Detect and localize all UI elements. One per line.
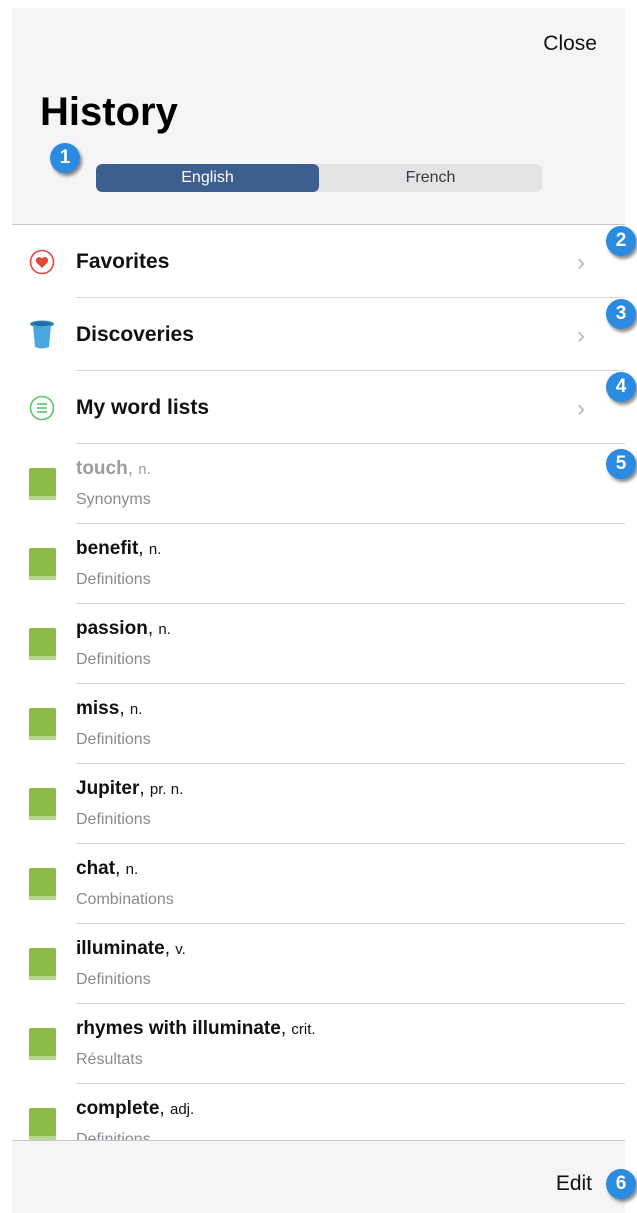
history-item-title: benefit, n. (76, 538, 162, 559)
book-icon (29, 948, 56, 980)
history-list: Favorites › Discoveries › My word lists … (12, 225, 625, 1140)
history-item[interactable]: touch, n. Synonyms (12, 444, 625, 524)
word-lists-label: My word lists (76, 396, 210, 419)
history-item-category: Definitions (76, 811, 151, 828)
book-icon (29, 868, 56, 900)
history-pos: n. (125, 861, 139, 878)
history-word: touch (76, 458, 128, 479)
history-item-title: Jupiter, pr. n. (76, 778, 184, 799)
history-item-category: Synonyms (76, 491, 151, 508)
callout-badge-3: 3 (606, 299, 636, 329)
history-item-category: Definitions (76, 971, 151, 988)
history-item[interactable]: complete, adj. Definitions (12, 1084, 625, 1140)
history-item[interactable]: passion, n. Definitions (12, 604, 625, 684)
history-item[interactable]: miss, n. Definitions (12, 684, 625, 764)
history-pos: n. (158, 621, 171, 638)
callout-badge-6: 6 (606, 1169, 636, 1199)
footer-toolbar: Edit (12, 1140, 625, 1213)
history-pos: n. (129, 701, 143, 718)
history-pos: v. (175, 941, 186, 958)
favorites-label: Favorites (76, 250, 170, 273)
history-item-category: Definitions (76, 651, 151, 668)
history-item-title: rhymes with illuminate, crit. (76, 1018, 316, 1039)
chevron-right-icon: › (577, 322, 585, 349)
history-word: Jupiter (76, 778, 140, 799)
word-lists-row[interactable]: My word lists › (12, 371, 625, 444)
list-icon (27, 393, 57, 423)
history-item[interactable]: Jupiter, pr. n. Definitions (12, 764, 625, 844)
history-item-title: complete, adj. (76, 1098, 195, 1119)
top-hat-icon (27, 320, 57, 350)
callout-badge-2: 2 (606, 226, 636, 256)
header: Close History English French (12, 8, 625, 225)
book-icon (29, 1028, 56, 1060)
history-item-category: Definitions (76, 571, 151, 588)
page-title: History (40, 90, 178, 134)
history-word: complete (76, 1098, 160, 1119)
favorites-row[interactable]: Favorites › (12, 225, 625, 298)
chevron-right-icon: › (577, 395, 585, 422)
history-item-category: Résultats (76, 1051, 143, 1068)
book-icon (29, 1108, 56, 1140)
book-icon (29, 548, 56, 580)
book-icon (29, 708, 56, 740)
history-word: miss (76, 698, 120, 719)
history-pos: n. (148, 541, 162, 558)
history-word: benefit (76, 538, 139, 559)
history-item-title: illuminate, v. (76, 938, 186, 959)
discoveries-label: Discoveries (76, 323, 194, 346)
close-button[interactable]: Close (543, 32, 597, 56)
history-word: rhymes with illuminate (76, 1018, 281, 1039)
callout-badge-4: 4 (606, 372, 636, 402)
callout-badge-1: 1 (50, 143, 80, 173)
history-word: passion (76, 618, 148, 639)
discoveries-row[interactable]: Discoveries › (12, 298, 625, 371)
book-icon (29, 468, 56, 500)
history-item-title: chat, n. (76, 858, 139, 879)
history-item[interactable]: chat, n. Combinations (12, 844, 625, 924)
book-icon (29, 628, 56, 660)
chevron-right-icon: › (577, 249, 585, 276)
history-item-category: Combinations (76, 891, 174, 908)
book-icon (29, 788, 56, 820)
history-item-category: Definitions (76, 1131, 151, 1140)
history-item-title: passion, n. (76, 618, 171, 639)
history-item[interactable]: benefit, n. Definitions (12, 524, 625, 604)
history-item-title: touch, n. (76, 458, 151, 479)
history-pos: crit. (291, 1021, 316, 1038)
history-item[interactable]: rhymes with illuminate, crit. Résultats (12, 1004, 625, 1084)
heart-icon (27, 247, 57, 277)
history-pos: n. (138, 461, 151, 478)
callout-badge-5: 5 (606, 449, 636, 479)
history-word: illuminate (76, 938, 165, 959)
segment-french[interactable]: French (319, 164, 542, 192)
history-item-category: Definitions (76, 731, 151, 748)
history-item[interactable]: illuminate, v. Definitions (12, 924, 625, 1004)
history-sheet: Close History English French Favorites › (12, 8, 625, 1213)
edit-button[interactable]: Edit (556, 1172, 592, 1196)
history-pos: adj. (169, 1101, 195, 1118)
history-pos: pr. n. (149, 781, 184, 798)
history-word: chat (76, 858, 116, 879)
history-item-title: miss, n. (76, 698, 143, 719)
segment-english[interactable]: English (96, 164, 319, 192)
language-segmented-control: English French (96, 164, 542, 192)
